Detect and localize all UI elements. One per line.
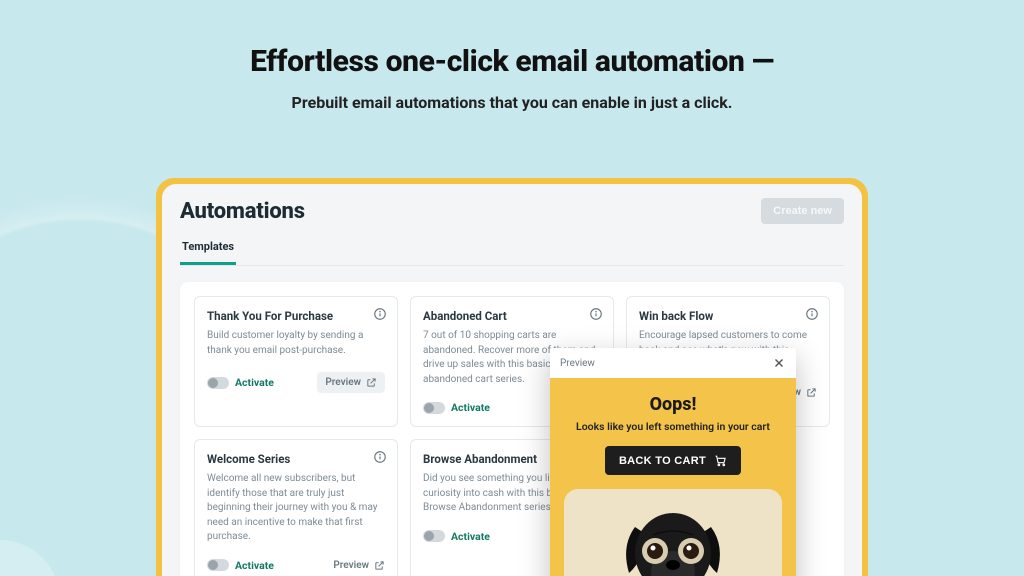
app-window: Automations Create new Templates Thank Y… <box>162 184 862 576</box>
tab-templates[interactable]: Templates <box>180 234 236 265</box>
back-to-cart-label: BACK TO CART <box>619 455 706 467</box>
close-icon[interactable] <box>772 356 786 370</box>
info-icon[interactable] <box>805 307 819 321</box>
page-title: Automations <box>180 199 305 224</box>
create-new-button[interactable]: Create new <box>761 198 844 224</box>
activate-label: Activate <box>235 376 274 389</box>
external-link-icon <box>374 560 385 571</box>
popover-heading: Oops! <box>564 394 782 415</box>
card-desc: Welcome all new subscribers, but identif… <box>207 472 385 545</box>
template-card: Thank You For Purchase Build customer lo… <box>194 296 398 427</box>
activate-toggle[interactable]: Activate <box>207 559 274 572</box>
popover-title: Preview <box>560 358 595 369</box>
preview-popover: Preview Oops! Looks like you left someth… <box>550 348 796 576</box>
toggle-switch-icon <box>207 377 229 389</box>
toggle-switch-icon <box>207 559 229 571</box>
popover-message: Looks like you left something in your ca… <box>564 420 782 434</box>
pug-illustration-icon <box>603 491 743 576</box>
activate-label: Activate <box>451 401 490 414</box>
hero-title: Effortless one-click email automation — <box>0 44 1024 79</box>
info-icon[interactable] <box>373 307 387 321</box>
cart-icon <box>714 454 727 467</box>
activate-label: Activate <box>451 530 490 543</box>
app-frame: Automations Create new Templates Thank Y… <box>156 178 868 576</box>
preview-image <box>564 489 782 576</box>
preview-button[interactable]: Preview <box>333 560 385 571</box>
toggle-switch-icon <box>423 402 445 414</box>
hero-subtitle: Prebuilt email automations that you can … <box>0 93 1024 112</box>
activate-toggle[interactable]: Activate <box>207 376 274 389</box>
card-title: Thank You For Purchase <box>207 309 385 323</box>
activate-toggle[interactable]: Activate <box>423 530 490 543</box>
activate-toggle[interactable]: Activate <box>423 401 490 414</box>
toggle-switch-icon <box>423 530 445 542</box>
info-icon[interactable] <box>589 307 603 321</box>
card-title: Abandoned Cart <box>423 309 601 323</box>
preview-label: Preview <box>325 377 361 388</box>
card-title: Welcome Series <box>207 452 385 466</box>
back-to-cart-button[interactable]: BACK TO CART <box>605 446 741 475</box>
info-icon[interactable] <box>373 450 387 464</box>
template-card: Welcome Series Welcome all new subscribe… <box>194 439 398 576</box>
preview-label: Preview <box>333 560 369 571</box>
activate-label: Activate <box>235 559 274 572</box>
external-link-icon <box>366 377 377 388</box>
tab-bar: Templates <box>180 234 844 266</box>
preview-button[interactable]: Preview <box>317 372 385 393</box>
card-title: Win back Flow <box>639 309 817 323</box>
card-desc: Build customer loyalty by sending a than… <box>207 329 385 358</box>
external-link-icon <box>806 387 817 398</box>
